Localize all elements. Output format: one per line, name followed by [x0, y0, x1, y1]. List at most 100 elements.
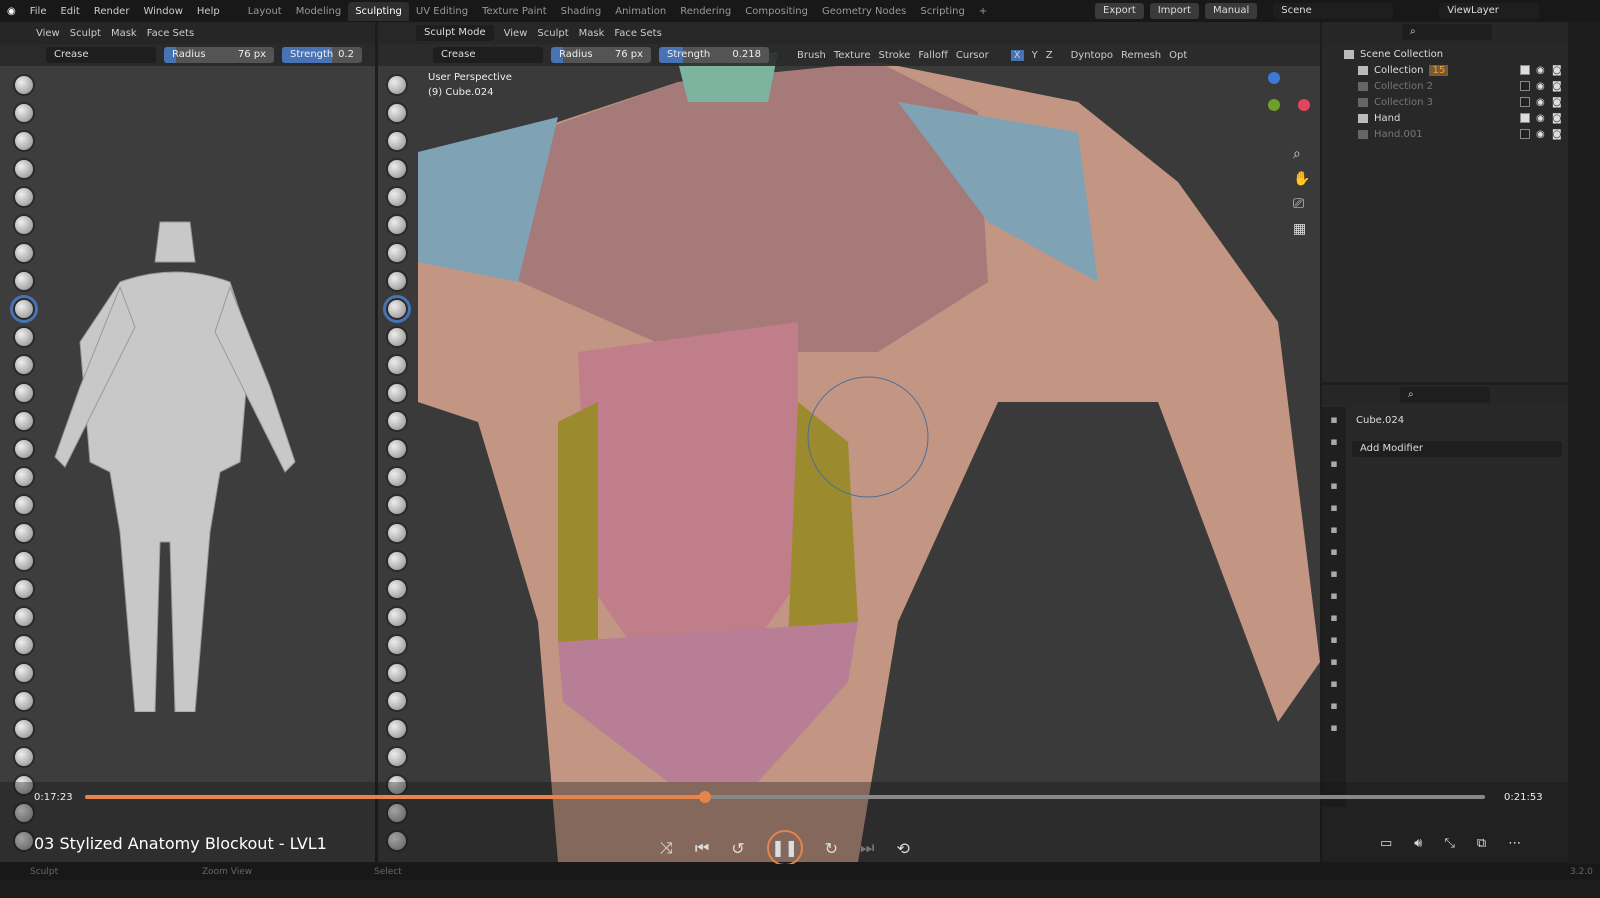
sculpt-brush-tool[interactable]: [383, 295, 411, 323]
sculpt-brush-tool[interactable]: [13, 410, 35, 432]
constraints-tab-icon[interactable]: ▪: [1326, 655, 1342, 671]
progress-handle[interactable]: [699, 791, 712, 803]
add-modifier-button[interactable]: Add Modifier: [1352, 441, 1562, 457]
sculpt-brush-tool[interactable]: [386, 522, 408, 544]
tool-tab-icon[interactable]: ▪: [1326, 413, 1342, 429]
main-viewport[interactable]: Sculpt Mode View Sculpt Mask Face Sets C…: [378, 22, 1320, 862]
sculpt-brush-tool[interactable]: [13, 718, 35, 740]
material-tab-icon[interactable]: ▪: [1326, 699, 1342, 715]
outliner-item[interactable]: Hand.001 ◉ ◙: [1322, 126, 1568, 142]
options-menu[interactable]: Opt: [1169, 50, 1187, 61]
symmetry-x[interactable]: X: [1010, 49, 1024, 61]
tab-uv-editing[interactable]: UV Editing: [409, 6, 475, 17]
menu-face-sets[interactable]: Face Sets: [614, 28, 661, 39]
sculpt-brush-tool[interactable]: [386, 690, 408, 712]
window-icon[interactable]: ⧉: [1477, 836, 1486, 851]
strength-slider[interactable]: Strength 0.2: [282, 47, 362, 63]
sculpt-brush-tool[interactable]: [386, 382, 408, 404]
pause-button[interactable]: ❚❚: [766, 830, 803, 866]
sculpt-brush-tool[interactable]: [13, 326, 35, 348]
properties-search[interactable]: ⌕: [1400, 387, 1490, 403]
menu-sculpt[interactable]: Sculpt: [537, 28, 568, 39]
sculpt-brush-tool[interactable]: [386, 718, 408, 740]
tab-scripting[interactable]: Scripting: [913, 6, 971, 17]
tab-sculpting[interactable]: Sculpting: [348, 1, 409, 21]
modifier-tab-icon[interactable]: ▪: [1326, 589, 1342, 605]
menu-file[interactable]: File: [23, 6, 54, 17]
collection-tab-icon[interactable]: ▪: [1326, 545, 1342, 561]
blender-logo-icon[interactable]: ◉: [0, 6, 23, 17]
next-icon[interactable]: ⏭: [860, 838, 874, 858]
sculpt-brush-tool[interactable]: [386, 410, 408, 432]
sculpt-brush-tool[interactable]: [13, 578, 35, 600]
sculpt-brush-tool[interactable]: [386, 606, 408, 628]
sculpt-brush-tool[interactable]: [386, 466, 408, 488]
import-button[interactable]: Import: [1149, 3, 1199, 19]
mode-selector[interactable]: Sculpt Mode: [416, 25, 494, 41]
sculpt-brush-tool[interactable]: [386, 494, 408, 516]
camera-icon[interactable]: ⎚: [1293, 192, 1310, 217]
sculpt-brush-tool[interactable]: [386, 102, 408, 124]
sculpt-brush-tool[interactable]: [386, 662, 408, 684]
menu-help[interactable]: Help: [190, 6, 227, 17]
menu-render[interactable]: Render: [87, 6, 137, 17]
sculpt-brush-tool[interactable]: [386, 130, 408, 152]
navigation-gizmo[interactable]: [1248, 72, 1310, 132]
pan-hand-icon[interactable]: ✋: [1293, 167, 1310, 192]
radius-slider[interactable]: Radius 76 px: [551, 47, 651, 63]
tab-modeling[interactable]: Modeling: [289, 6, 349, 17]
render-tab-icon[interactable]: ▪: [1326, 435, 1342, 451]
sculpt-brush-tool[interactable]: [386, 550, 408, 572]
menu-window[interactable]: Window: [136, 6, 189, 17]
sculpt-brush-tool[interactable]: [13, 74, 35, 96]
sculpt-brush-tool[interactable]: [13, 214, 35, 236]
menu-mask[interactable]: Mask: [111, 28, 137, 39]
world-tab-icon[interactable]: ▪: [1326, 523, 1342, 539]
manual-button[interactable]: Manual: [1204, 3, 1258, 19]
forward-30-icon[interactable]: ↻: [825, 839, 838, 858]
sculpt-brush-tool[interactable]: [386, 354, 408, 376]
view-layer-field[interactable]: ViewLayer: [1439, 3, 1540, 19]
volume-icon[interactable]: 🔊︎: [1414, 836, 1422, 851]
outliner-root[interactable]: Scene Collection: [1322, 46, 1568, 62]
remesh-menu[interactable]: Remesh: [1121, 50, 1161, 61]
brush-menu[interactable]: Brush: [797, 50, 826, 61]
sculpt-brush-tool[interactable]: [13, 690, 35, 712]
outliner-item[interactable]: Hand ◉ ◙: [1322, 110, 1568, 126]
grid-icon[interactable]: ▦: [1293, 217, 1310, 242]
tab-geometry-nodes[interactable]: Geometry Nodes: [815, 6, 913, 17]
texture-menu[interactable]: Texture: [834, 50, 871, 61]
sculpt-brush-tool[interactable]: [13, 746, 35, 768]
repeat-off-icon[interactable]: ⟲: [896, 839, 909, 858]
sculpt-brush-tool[interactable]: [13, 158, 35, 180]
sculpt-brush-tool[interactable]: [386, 746, 408, 768]
sculpt-brush-tool[interactable]: [13, 354, 35, 376]
falloff-menu[interactable]: Falloff: [918, 50, 948, 61]
sculpt-brush-tool[interactable]: [13, 186, 35, 208]
sculpt-brush-tool[interactable]: [13, 438, 35, 460]
tab-shading[interactable]: Shading: [554, 6, 609, 17]
view-layer-tab-icon[interactable]: ▪: [1326, 479, 1342, 495]
strength-slider[interactable]: Strength 0.218: [659, 47, 769, 63]
sculpt-brush-tool[interactable]: [386, 270, 408, 292]
menu-mask[interactable]: Mask: [579, 28, 605, 39]
cursor-menu[interactable]: Cursor: [956, 50, 989, 61]
sculpt-brush-tool[interactable]: [386, 158, 408, 180]
sculpt-brush-tool[interactable]: [13, 242, 35, 264]
progress-bar[interactable]: [85, 791, 1485, 803]
sculpt-brush-tool[interactable]: [13, 634, 35, 656]
sculpt-brush-tool[interactable]: [13, 550, 35, 572]
sculpt-brush-tool[interactable]: [386, 242, 408, 264]
dyntopo-toggle[interactable]: Dyntopo: [1071, 50, 1113, 61]
add-workspace-button[interactable]: +: [972, 6, 994, 17]
sculpt-brush-tool[interactable]: [13, 494, 35, 516]
tab-animation[interactable]: Animation: [608, 6, 673, 17]
menu-face-sets[interactable]: Face Sets: [147, 28, 194, 39]
tab-texture-paint[interactable]: Texture Paint: [475, 6, 554, 17]
rewind-10-icon[interactable]: ↺: [731, 839, 744, 858]
tab-rendering[interactable]: Rendering: [673, 6, 738, 17]
outliner-item[interactable]: Collection 15 ◉ ◙: [1322, 62, 1568, 78]
symmetry-z[interactable]: Z: [1046, 50, 1053, 61]
shuffle-icon[interactable]: ⤨: [660, 838, 673, 858]
menu-view[interactable]: View: [36, 28, 60, 39]
